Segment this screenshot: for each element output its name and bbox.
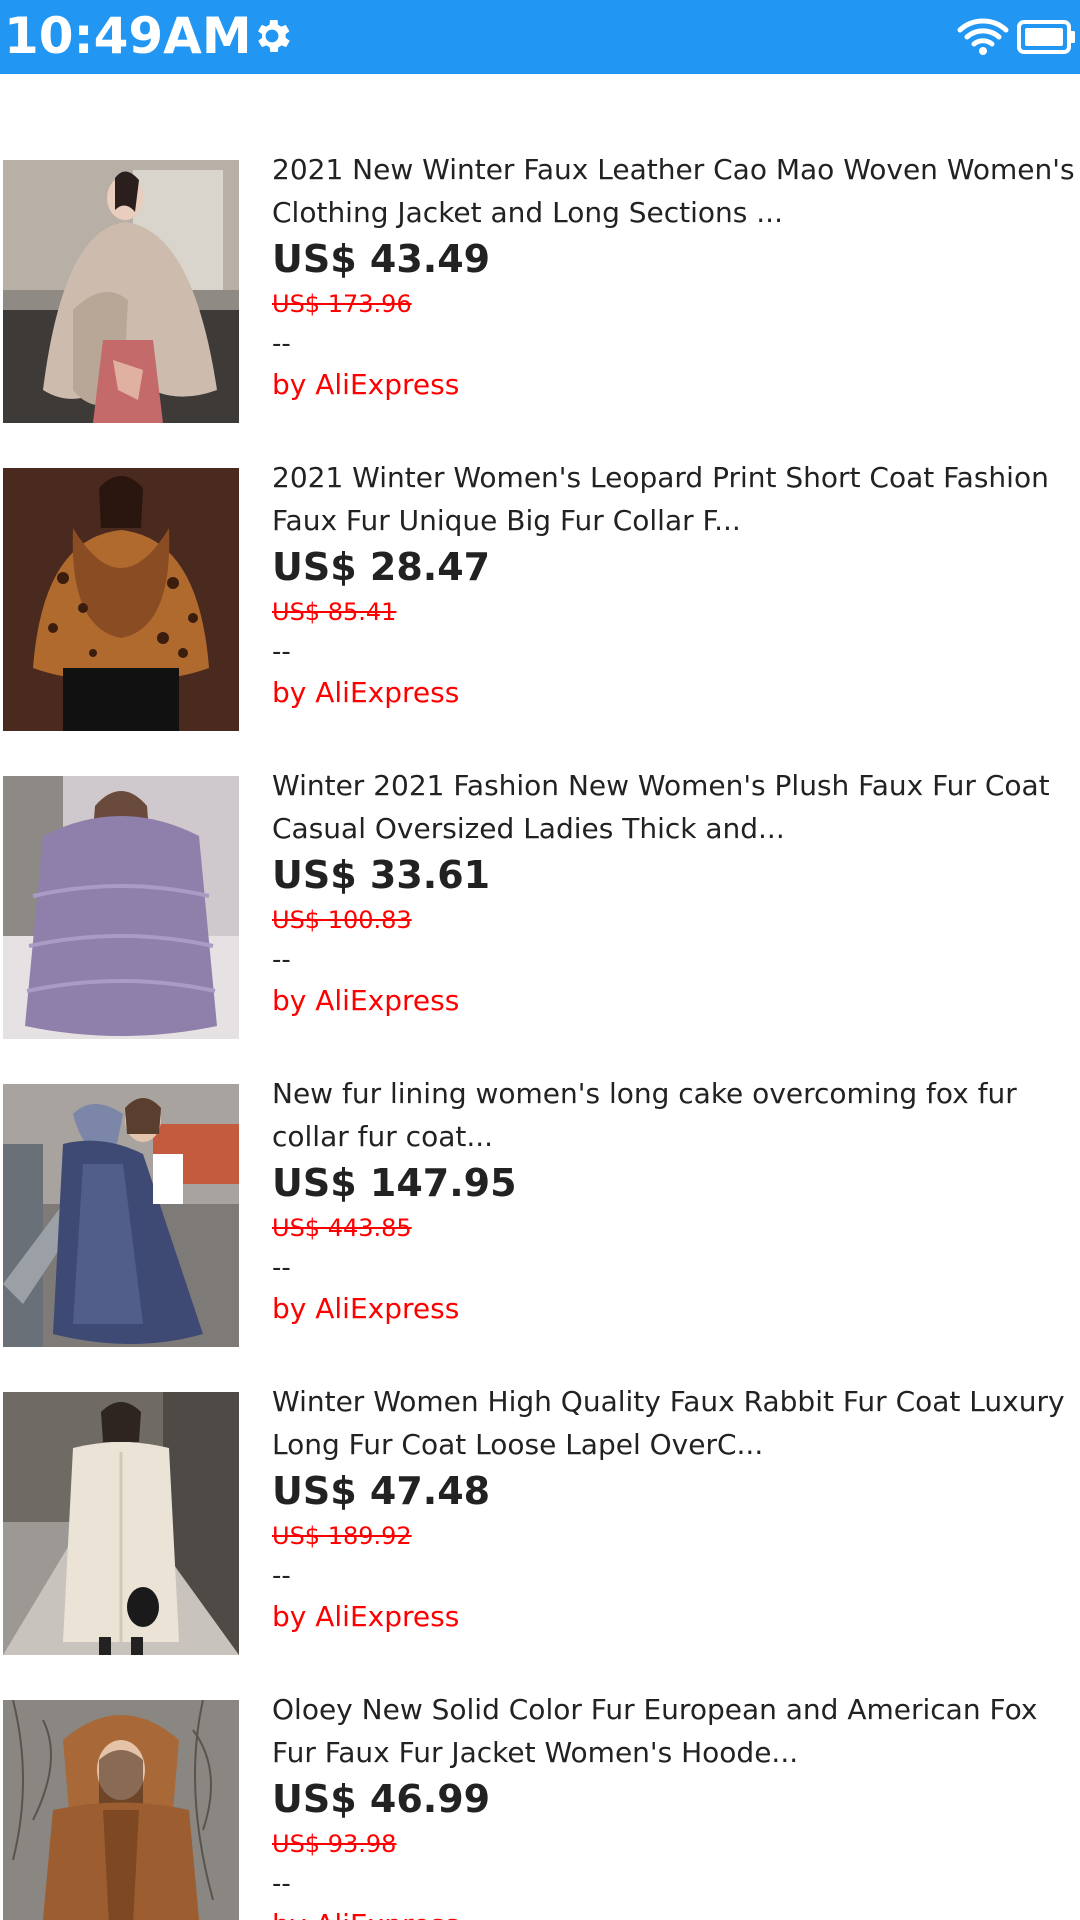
- product-rating: --: [272, 637, 291, 667]
- product-price: US$ 147.95: [272, 1161, 517, 1205]
- product-rating: --: [272, 329, 291, 359]
- product-item[interactable]: New fur lining women's long cake overcom…: [0, 1077, 1080, 1392]
- product-title[interactable]: Winter 2021 Fashion New Women's Plush Fa…: [272, 764, 1080, 850]
- wifi-icon: [957, 18, 1009, 55]
- original-price: US$ 85.41: [272, 598, 397, 626]
- product-rating: --: [272, 1561, 291, 1591]
- navy-hooded-coat-photo: [3, 1084, 239, 1347]
- seller-label[interactable]: by AliExpress: [272, 1596, 1080, 1638]
- product-price: US$ 46.99: [272, 1777, 491, 1821]
- product-rating: --: [272, 945, 291, 975]
- battery-icon: [1017, 20, 1075, 54]
- original-price: US$ 93.98: [272, 1830, 397, 1858]
- original-price: US$ 173.96: [272, 290, 412, 318]
- product-item[interactable]: Winter Women High Quality Faux Rabbit Fu…: [0, 1385, 1080, 1700]
- leopard-print-coat-photo: [3, 468, 239, 731]
- product-title[interactable]: Oloey New Solid Color Fur European and A…: [272, 1688, 1080, 1774]
- seller-label[interactable]: by AliExpress: [272, 1288, 1080, 1330]
- status-time: 10:49AM: [4, 7, 252, 65]
- cream-long-coat-photo: [3, 1392, 239, 1655]
- gear-icon: [258, 20, 290, 52]
- original-price: US$ 443.85: [272, 1214, 412, 1242]
- product-title[interactable]: 2021 Winter Women's Leopard Print Short …: [272, 456, 1080, 542]
- product-rating: --: [272, 1869, 291, 1899]
- seller-label[interactable]: by AliExpress: [272, 980, 1080, 1022]
- status-bar: 10:49AM: [0, 0, 1080, 74]
- beige-fur-coat-photo: [3, 160, 239, 423]
- product-image[interactable]: [3, 1700, 239, 1920]
- product-title[interactable]: New fur lining women's long cake overcom…: [272, 1072, 1080, 1158]
- seller-label[interactable]: by AliExpress: [272, 1904, 1080, 1920]
- product-image[interactable]: [3, 468, 239, 731]
- brown-hooded-coat-photo: [3, 1700, 239, 1920]
- product-title[interactable]: 2021 New Winter Faux Leather Cao Mao Wov…: [272, 148, 1080, 234]
- seller-label[interactable]: by AliExpress: [272, 364, 1080, 406]
- seller-label[interactable]: by AliExpress: [272, 672, 1080, 714]
- lavender-fur-coat-photo: [3, 776, 239, 1039]
- product-price: US$ 47.48: [272, 1469, 491, 1513]
- product-image[interactable]: [3, 160, 239, 423]
- original-price: US$ 100.83: [272, 906, 412, 934]
- product-rating: --: [272, 1253, 291, 1283]
- product-price: US$ 33.61: [272, 853, 491, 897]
- original-price: US$ 189.92: [272, 1522, 412, 1550]
- product-price: US$ 43.49: [272, 237, 491, 281]
- product-item[interactable]: 2021 Winter Women's Leopard Print Short …: [0, 461, 1080, 776]
- product-list[interactable]: 2021 New Winter Faux Leather Cao Mao Wov…: [0, 74, 1080, 1920]
- product-title[interactable]: Winter Women High Quality Faux Rabbit Fu…: [272, 1380, 1080, 1466]
- product-price: US$ 28.47: [272, 545, 491, 589]
- product-image[interactable]: [3, 776, 239, 1039]
- product-item[interactable]: Winter 2021 Fashion New Women's Plush Fa…: [0, 769, 1080, 1084]
- product-item[interactable]: 2021 New Winter Faux Leather Cao Mao Wov…: [0, 153, 1080, 468]
- product-image[interactable]: [3, 1084, 239, 1347]
- product-image[interactable]: [3, 1392, 239, 1655]
- product-item[interactable]: Oloey New Solid Color Fur European and A…: [0, 1693, 1080, 1920]
